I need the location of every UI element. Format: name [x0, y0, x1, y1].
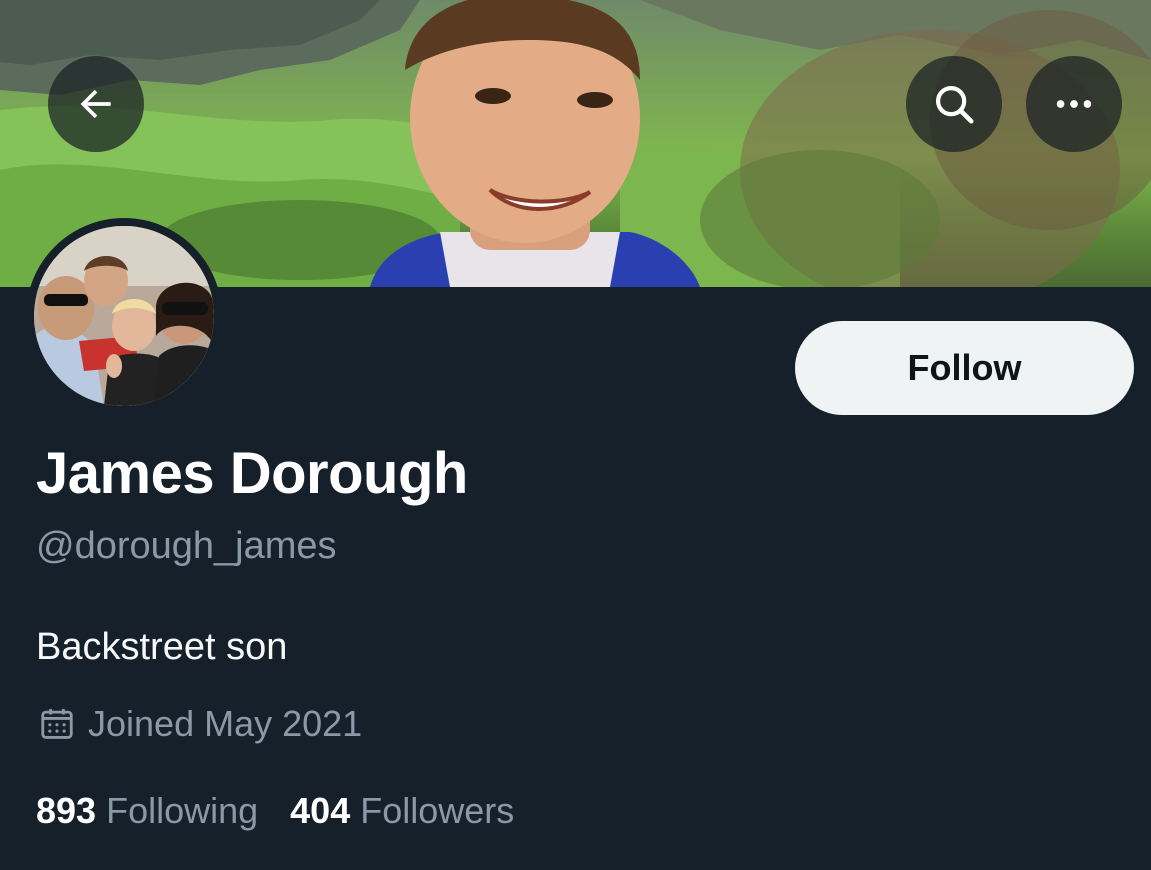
followers-count: 404 [290, 790, 351, 831]
bio: Backstreet son [36, 626, 288, 668]
following-count: 893 [36, 790, 97, 831]
search-icon [935, 85, 974, 124]
joined-date: Joined May 2021 [38, 703, 362, 745]
joined-text: Joined May 2021 [88, 703, 363, 744]
calendar-icon [41, 708, 73, 739]
followers-link[interactable]: 404 Followers [290, 790, 514, 832]
search-button[interactable] [906, 56, 1002, 152]
following-link[interactable]: 893 Following [36, 790, 258, 832]
back-button[interactable] [48, 56, 144, 152]
avatar-image [34, 226, 214, 406]
arrow-left-icon [80, 89, 111, 119]
follow-button[interactable]: Follow [795, 321, 1134, 415]
user-handle: @dorough_james [36, 525, 337, 567]
more-button[interactable] [1026, 56, 1122, 152]
avatar[interactable] [26, 218, 222, 414]
following-label: Following [106, 790, 259, 831]
follow-stats: 893 Following 404 Followers [36, 790, 514, 832]
profile-page: Follow James Dorough @dorough_james Back… [0, 0, 1151, 870]
followers-label: Followers [360, 790, 515, 831]
display-name: James Dorough [36, 441, 468, 506]
more-horizontal-icon [1056, 100, 1092, 108]
